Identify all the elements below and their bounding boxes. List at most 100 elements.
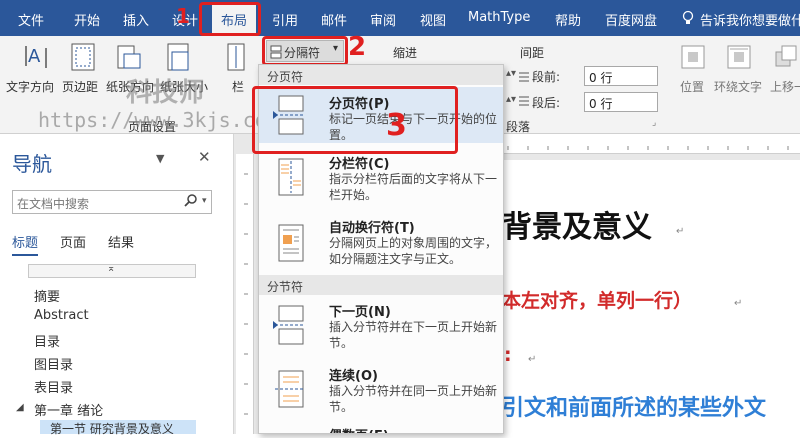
expand-triangle-icon[interactable]: ◢ xyxy=(16,402,24,413)
menu-section-page-breaks: 分页符 xyxy=(259,65,503,85)
columns-icon[interactable] xyxy=(226,42,246,72)
margins-icon[interactable] xyxy=(70,42,96,72)
continuous-break-icon xyxy=(273,369,307,409)
nav-heading-item[interactable]: 目录 xyxy=(34,331,60,350)
collapse-up-icon: ⌅ xyxy=(107,263,116,274)
nav-title: 导航 xyxy=(12,152,52,176)
menu-item-title: 自动换行符(T) xyxy=(329,221,415,236)
nav-tab-pages[interactable]: 页面 xyxy=(60,232,86,251)
space-before-icon xyxy=(518,68,530,82)
dialog-launcher-icon[interactable]: ⌟ xyxy=(652,118,656,128)
annotation-step-1: 1 xyxy=(176,4,190,28)
bring-forward-icon[interactable] xyxy=(774,44,798,70)
annotation-step-2: 2 xyxy=(348,32,367,62)
nav-heading-item[interactable]: 第一章 绪论 xyxy=(34,400,103,419)
menu-item-title: 连续(O) xyxy=(329,369,378,384)
menu-item-title: 偶数页(E) xyxy=(329,425,389,433)
tab-references[interactable]: 引用 xyxy=(272,10,298,29)
page-size-icon[interactable] xyxy=(166,42,192,72)
highlight-breaks-button xyxy=(262,36,348,66)
tab-file[interactable]: 文件 xyxy=(18,10,44,29)
space-before-label: 段前: xyxy=(532,70,561,84)
tab-help[interactable]: 帮助 xyxy=(555,10,581,29)
lightbulb-icon xyxy=(680,10,696,26)
wrap-text-button[interactable]: 环绕文字 xyxy=(714,78,762,95)
nav-search-box[interactable]: 在文档中搜索 ▾ xyxy=(12,190,212,214)
navigation-pane: 导航 ▼ ✕ 在文档中搜索 ▾ 标题 页面 结果 ⌅ 摘要 Abstract 目… xyxy=(0,134,234,436)
menu-item-description: 分隔网页上的对象周围的文字，如分隔题注文字与正文。 xyxy=(329,236,498,266)
nav-options-icon[interactable]: ▼ xyxy=(156,152,164,165)
tab-mathtype[interactable]: MathType xyxy=(468,10,530,25)
doc-heading: 背景及意义 xyxy=(502,210,652,245)
orientation-icon[interactable] xyxy=(116,42,142,72)
highlight-layout-tab xyxy=(199,2,261,36)
menu-item-even-page[interactable]: 偶数页(E) xyxy=(259,425,503,433)
search-options-icon[interactable]: ▾ xyxy=(202,196,207,206)
nav-heading-item[interactable]: 摘要 xyxy=(34,286,60,305)
space-after-label: 段后: xyxy=(532,96,561,110)
horizontal-ruler[interactable] xyxy=(498,134,800,154)
tell-me-search[interactable]: 告诉我你想要做什么 xyxy=(700,10,800,29)
spin-arrows-icon[interactable]: ▴▾ xyxy=(506,94,516,110)
tab-mailings[interactable]: 邮件 xyxy=(321,10,347,29)
svg-text:A: A xyxy=(28,46,41,67)
indent-label: 缩进 xyxy=(393,46,418,60)
position-icon[interactable] xyxy=(680,44,706,70)
paragraph-mark-icon: ↵ xyxy=(528,354,537,365)
watermark-url: https://www.3kjs.com xyxy=(38,108,279,132)
text-direction-icon[interactable]: A xyxy=(22,42,52,72)
margins-button[interactable]: 页边距 xyxy=(62,78,98,95)
spin-arrows-icon[interactable]: ▴▾ xyxy=(506,68,516,84)
bring-forward-button[interactable]: 上移一 xyxy=(770,78,800,95)
space-after-value: 0 行 xyxy=(589,97,613,111)
doc-red-colon: : xyxy=(504,344,512,366)
tab-home[interactable]: 开始 xyxy=(74,10,100,29)
tab-view[interactable]: 视图 xyxy=(420,10,446,29)
vertical-ruler[interactable] xyxy=(236,154,254,434)
tab-review[interactable]: 审阅 xyxy=(370,10,396,29)
nav-tab-results[interactable]: 结果 xyxy=(108,232,134,251)
tab-insert[interactable]: 插入 xyxy=(123,10,149,29)
text-direction-button[interactable]: 文字方向 xyxy=(6,78,54,95)
text-wrapping-break-icon xyxy=(273,223,307,263)
menu-item-continuous[interactable]: 连续(O) 插入分节符并在同一页上开始新节。 xyxy=(259,363,503,419)
position-button[interactable]: 位置 xyxy=(680,78,704,95)
space-after-input[interactable]: 0 行 xyxy=(584,92,658,112)
menu-item-description: 指示分栏符后面的文字将从下一栏开始。 xyxy=(329,172,498,202)
paragraph-mark-icon: ↵ xyxy=(676,226,685,237)
spacing-label: 间距 xyxy=(520,46,545,60)
wrap-text-icon[interactable] xyxy=(726,44,752,70)
nav-tab-headings[interactable]: 标题 xyxy=(12,232,39,256)
next-page-break-icon xyxy=(273,305,307,345)
tab-baidu-netdisk[interactable]: 百度网盘 xyxy=(605,10,657,29)
space-after-icon xyxy=(518,94,530,108)
space-before-value: 0 行 xyxy=(589,71,613,85)
nav-search-placeholder: 在文档中搜索 xyxy=(17,197,90,211)
column-break-icon xyxy=(273,157,307,197)
doc-blue-line: 引文和前面所述的某些外文 xyxy=(502,395,767,421)
menu-item-title: 下一页(N) xyxy=(329,305,391,320)
ribbon-tab-bar: 文件 开始 插入 设计 布局 引用 邮件 审阅 视图 MathType 帮助 百… xyxy=(0,0,800,36)
columns-button[interactable]: 栏 xyxy=(232,78,244,95)
nav-heading-item[interactable]: 表目录 xyxy=(34,377,73,396)
nav-heading-item-selected: 第一节 研究背景及意义 xyxy=(50,422,174,436)
nav-heading-item[interactable]: 图目录 xyxy=(34,354,73,373)
watermark-brand: 科技师 xyxy=(126,78,205,108)
search-icon[interactable] xyxy=(183,193,199,209)
menu-item-text-wrapping-break[interactable]: 自动换行符(T) 分隔网页上的对象周围的文字，如分隔题注文字与正文。 xyxy=(259,215,503,277)
menu-item-description: 插入分节符并在下一页上开始新节。 xyxy=(329,320,498,350)
close-icon[interactable]: ✕ xyxy=(198,148,211,166)
menu-item-description: 插入分节符并在同一页上开始新节。 xyxy=(329,384,498,414)
highlight-page-break-item xyxy=(252,86,458,154)
nav-scroll-up-bar[interactable]: ⌅ xyxy=(28,263,196,278)
menu-item-next-page[interactable]: 下一页(N) 插入分节符并在下一页上开始新节。 xyxy=(259,299,503,355)
nav-heading-item[interactable]: Abstract xyxy=(34,308,89,323)
menu-item-column-break[interactable]: 分栏符(C) 指示分栏符后面的文字将从下一栏开始。 xyxy=(259,151,503,207)
paragraph-mark-icon: ↵ xyxy=(734,298,743,309)
menu-item-title: 分栏符(C) xyxy=(329,157,390,172)
doc-red-line: 本左对齐，单列一行） xyxy=(502,290,693,312)
paragraph-group-label: 段落 xyxy=(506,120,531,134)
annotation-step-3: 3 xyxy=(386,108,407,143)
nav-selected-item[interactable]: 第一节 研究背景及意义 xyxy=(40,420,196,436)
space-before-input[interactable]: 0 行 xyxy=(584,66,658,86)
